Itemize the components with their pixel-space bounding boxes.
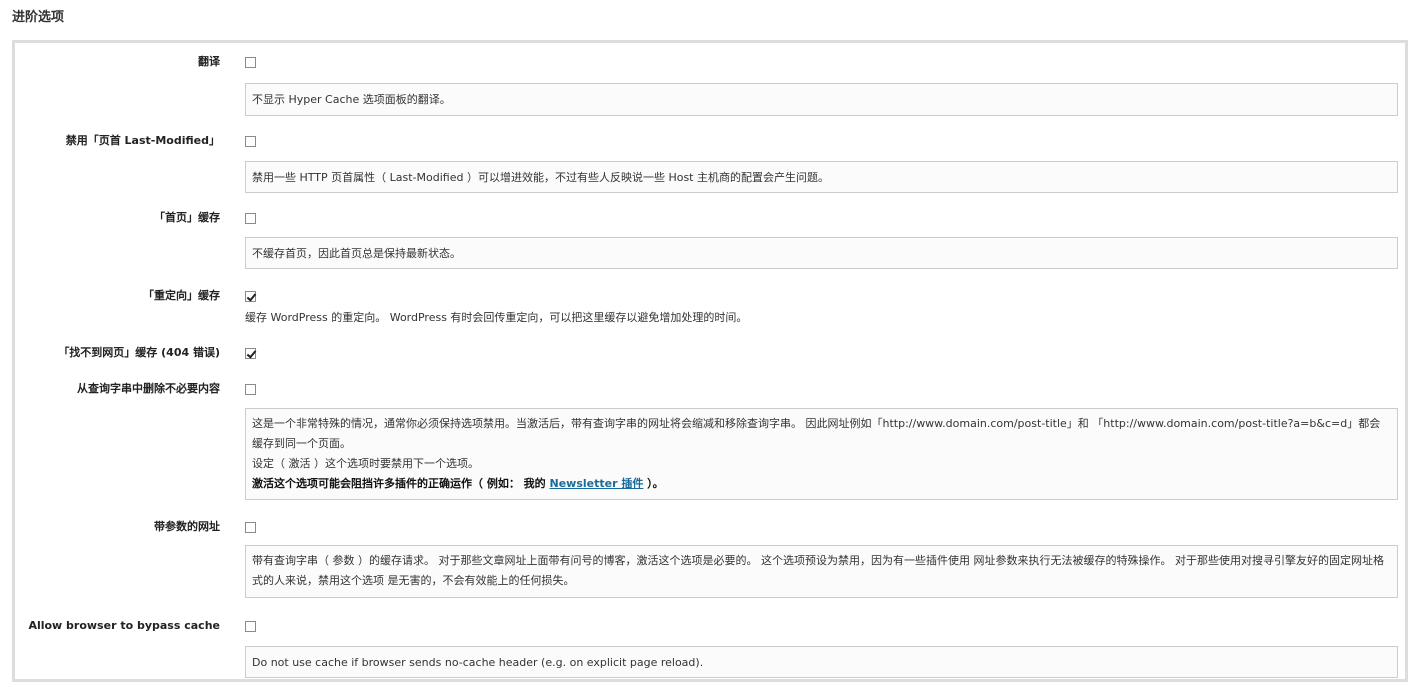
option-description: 缓存 WordPress 的重定向。 WordPress 有时会回传重定向，可以… — [245, 311, 748, 324]
option-description: 带有查询字串（ 参数 ）的缓存请求。 对于那些文章网址上面带有问号的博客，激活这… — [245, 545, 1398, 598]
warning-text: 激活这个选项可能会阻挡许多插件的正确运作（ 例如： 我的 — [252, 477, 550, 490]
option-label: 带参数的网址 — [154, 520, 220, 533]
option-description: Do not use cache if browser sends no-cac… — [245, 646, 1398, 678]
redirect-cache-checkbox[interactable] — [245, 291, 256, 302]
section-title: 进阶选项 — [12, 10, 65, 25]
option-label: 「首页」缓存 — [154, 211, 220, 224]
warning-text: ）。 — [643, 477, 664, 490]
warning-line: 激活这个选项可能会阻挡许多插件的正确运作（ 例如： 我的 Newsletter … — [252, 474, 1391, 494]
option-label: 翻译 — [198, 55, 220, 68]
option-label: 「重定向」缓存 — [143, 289, 220, 302]
option-description: 禁用一些 HTTP 页首属性（ Last-Modified ）可以增进效能，不过… — [245, 161, 1398, 193]
option-label: 「找不到网页」缓存 (404 错误) — [58, 346, 220, 359]
browser-bypass-checkbox[interactable] — [245, 621, 256, 632]
options-panel: 翻译 不显示 Hyper Cache 选项面板的翻译。 禁用「页首 Last-M… — [12, 40, 1408, 682]
option-description: 这是一个非常特殊的情况，通常你必须保持选项禁用。当激活后，带有查询字串的网址将会… — [245, 408, 1398, 500]
strip-query-checkbox[interactable] — [245, 384, 256, 395]
last-modified-checkbox[interactable] — [245, 136, 256, 147]
description-line: 这是一个非常特殊的情况，通常你必须保持选项禁用。当激活后，带有查询字串的网址将会… — [252, 417, 1381, 450]
not-found-cache-checkbox[interactable] — [245, 348, 256, 359]
description-line: 设定（ 激活 ）这个选项时要禁用下一个选项。 — [252, 457, 479, 470]
newsletter-plugin-link[interactable]: Newsletter 插件 — [550, 477, 644, 490]
option-description: 不显示 Hyper Cache 选项面板的翻译。 — [245, 83, 1398, 116]
home-cache-checkbox[interactable] — [245, 213, 256, 224]
query-params-checkbox[interactable] — [245, 522, 256, 533]
option-description: 不缓存首页，因此首页总是保持最新状态。 — [245, 237, 1398, 269]
option-label: 禁用「页首 Last-Modified」 — [65, 134, 220, 147]
translation-checkbox[interactable] — [245, 57, 256, 68]
option-label: 从查询字串中删除不必要内容 — [77, 382, 220, 395]
option-label: Allow browser to bypass cache — [28, 619, 220, 632]
